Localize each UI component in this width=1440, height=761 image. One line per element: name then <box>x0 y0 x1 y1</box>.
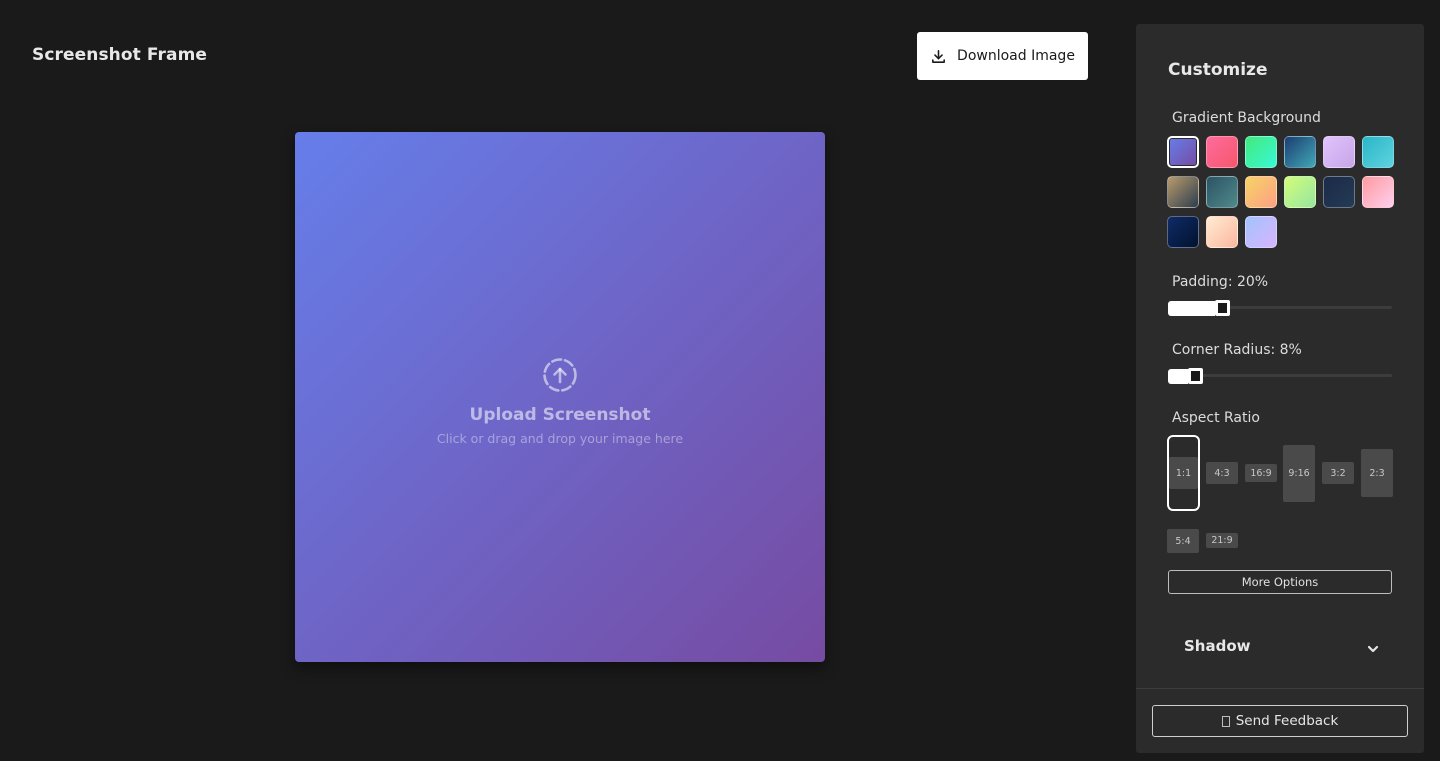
gradient-swatch[interactable] <box>1167 216 1199 248</box>
aspect-ratio-3-2[interactable]: 3:2 <box>1322 462 1354 484</box>
gradient-swatch[interactable] <box>1323 136 1355 168</box>
aspect-ratio-21-9[interactable]: 21:9 <box>1206 533 1238 548</box>
gradient-swatch[interactable] <box>1206 216 1238 248</box>
gradient-swatch[interactable] <box>1323 176 1355 208</box>
gradient-swatch[interactable] <box>1362 176 1394 208</box>
aspect-ratio-2-3[interactable]: 2:3 <box>1361 449 1393 497</box>
gradient-swatch[interactable] <box>1245 176 1277 208</box>
padding-label: Padding: 20% <box>1172 274 1269 290</box>
gradient-swatch[interactable] <box>1167 136 1199 168</box>
customize-panel: Customize Gradient Background Padding: 2… <box>1136 24 1424 753</box>
corner-radius-label: Corner Radius: 8% <box>1172 342 1302 358</box>
send-feedback-button[interactable]: Send Feedback <box>1152 705 1408 737</box>
gradient-swatch[interactable] <box>1245 216 1277 248</box>
more-options-button[interactable]: More Options <box>1168 570 1392 594</box>
aspect-ratio-16-9[interactable]: 16:9 <box>1245 464 1277 482</box>
padding-slider[interactable] <box>1168 300 1392 316</box>
panel-divider <box>1136 688 1424 689</box>
download-icon <box>932 49 945 63</box>
download-image-label: Download Image <box>957 48 1075 64</box>
upload-subtitle: Click or drag and drop your image here <box>436 430 684 446</box>
aspect-ratio-9-16[interactable]: 9:16 <box>1283 445 1315 502</box>
corner-radius-slider-fill <box>1168 369 1188 384</box>
corner-radius-slider-thumb[interactable] <box>1188 368 1203 384</box>
gradient-swatch[interactable] <box>1284 176 1316 208</box>
aspect-ratio-4-3[interactable]: 4:3 <box>1206 462 1238 484</box>
upload-title: Upload Screenshot <box>469 404 651 425</box>
gradient-swatch[interactable] <box>1362 136 1394 168</box>
shadow-section-toggle[interactable]: Shadow <box>1184 636 1380 656</box>
padding-slider-fill <box>1168 301 1215 316</box>
upload-icon <box>543 357 577 392</box>
send-feedback-label: Send Feedback <box>1235 713 1339 729</box>
shadow-label: Shadow <box>1184 637 1251 655</box>
gradient-swatch[interactable] <box>1167 176 1199 208</box>
gradient-background-label: Gradient Background <box>1172 110 1321 126</box>
aspect-ratio-5-4[interactable]: 5:4 <box>1167 529 1199 553</box>
chevron-down-icon <box>1367 645 1379 653</box>
feedback-icon <box>1221 715 1230 727</box>
gradient-swatch[interactable] <box>1245 136 1277 168</box>
aspect-ratio-1-1[interactable]: 1:1 <box>1169 457 1198 489</box>
corner-radius-slider[interactable] <box>1168 368 1392 384</box>
aspect-ratio-options: 1:1 4:3 16:9 9:16 3:2 2:3 <box>1167 434 1397 512</box>
gradient-swatch[interactable] <box>1284 136 1316 168</box>
padding-slider-thumb[interactable] <box>1215 300 1230 316</box>
aspect-ratio-label: Aspect Ratio <box>1172 410 1260 426</box>
download-image-button[interactable]: Download Image <box>917 32 1088 80</box>
upload-dropzone[interactable]: Upload Screenshot Click or drag and drop… <box>295 132 825 662</box>
gradient-swatch[interactable] <box>1206 176 1238 208</box>
panel-title: Customize <box>1168 60 1268 80</box>
app-title: Screenshot Frame <box>32 45 208 65</box>
gradient-swatch[interactable] <box>1206 136 1238 168</box>
gradient-swatches <box>1167 136 1397 248</box>
